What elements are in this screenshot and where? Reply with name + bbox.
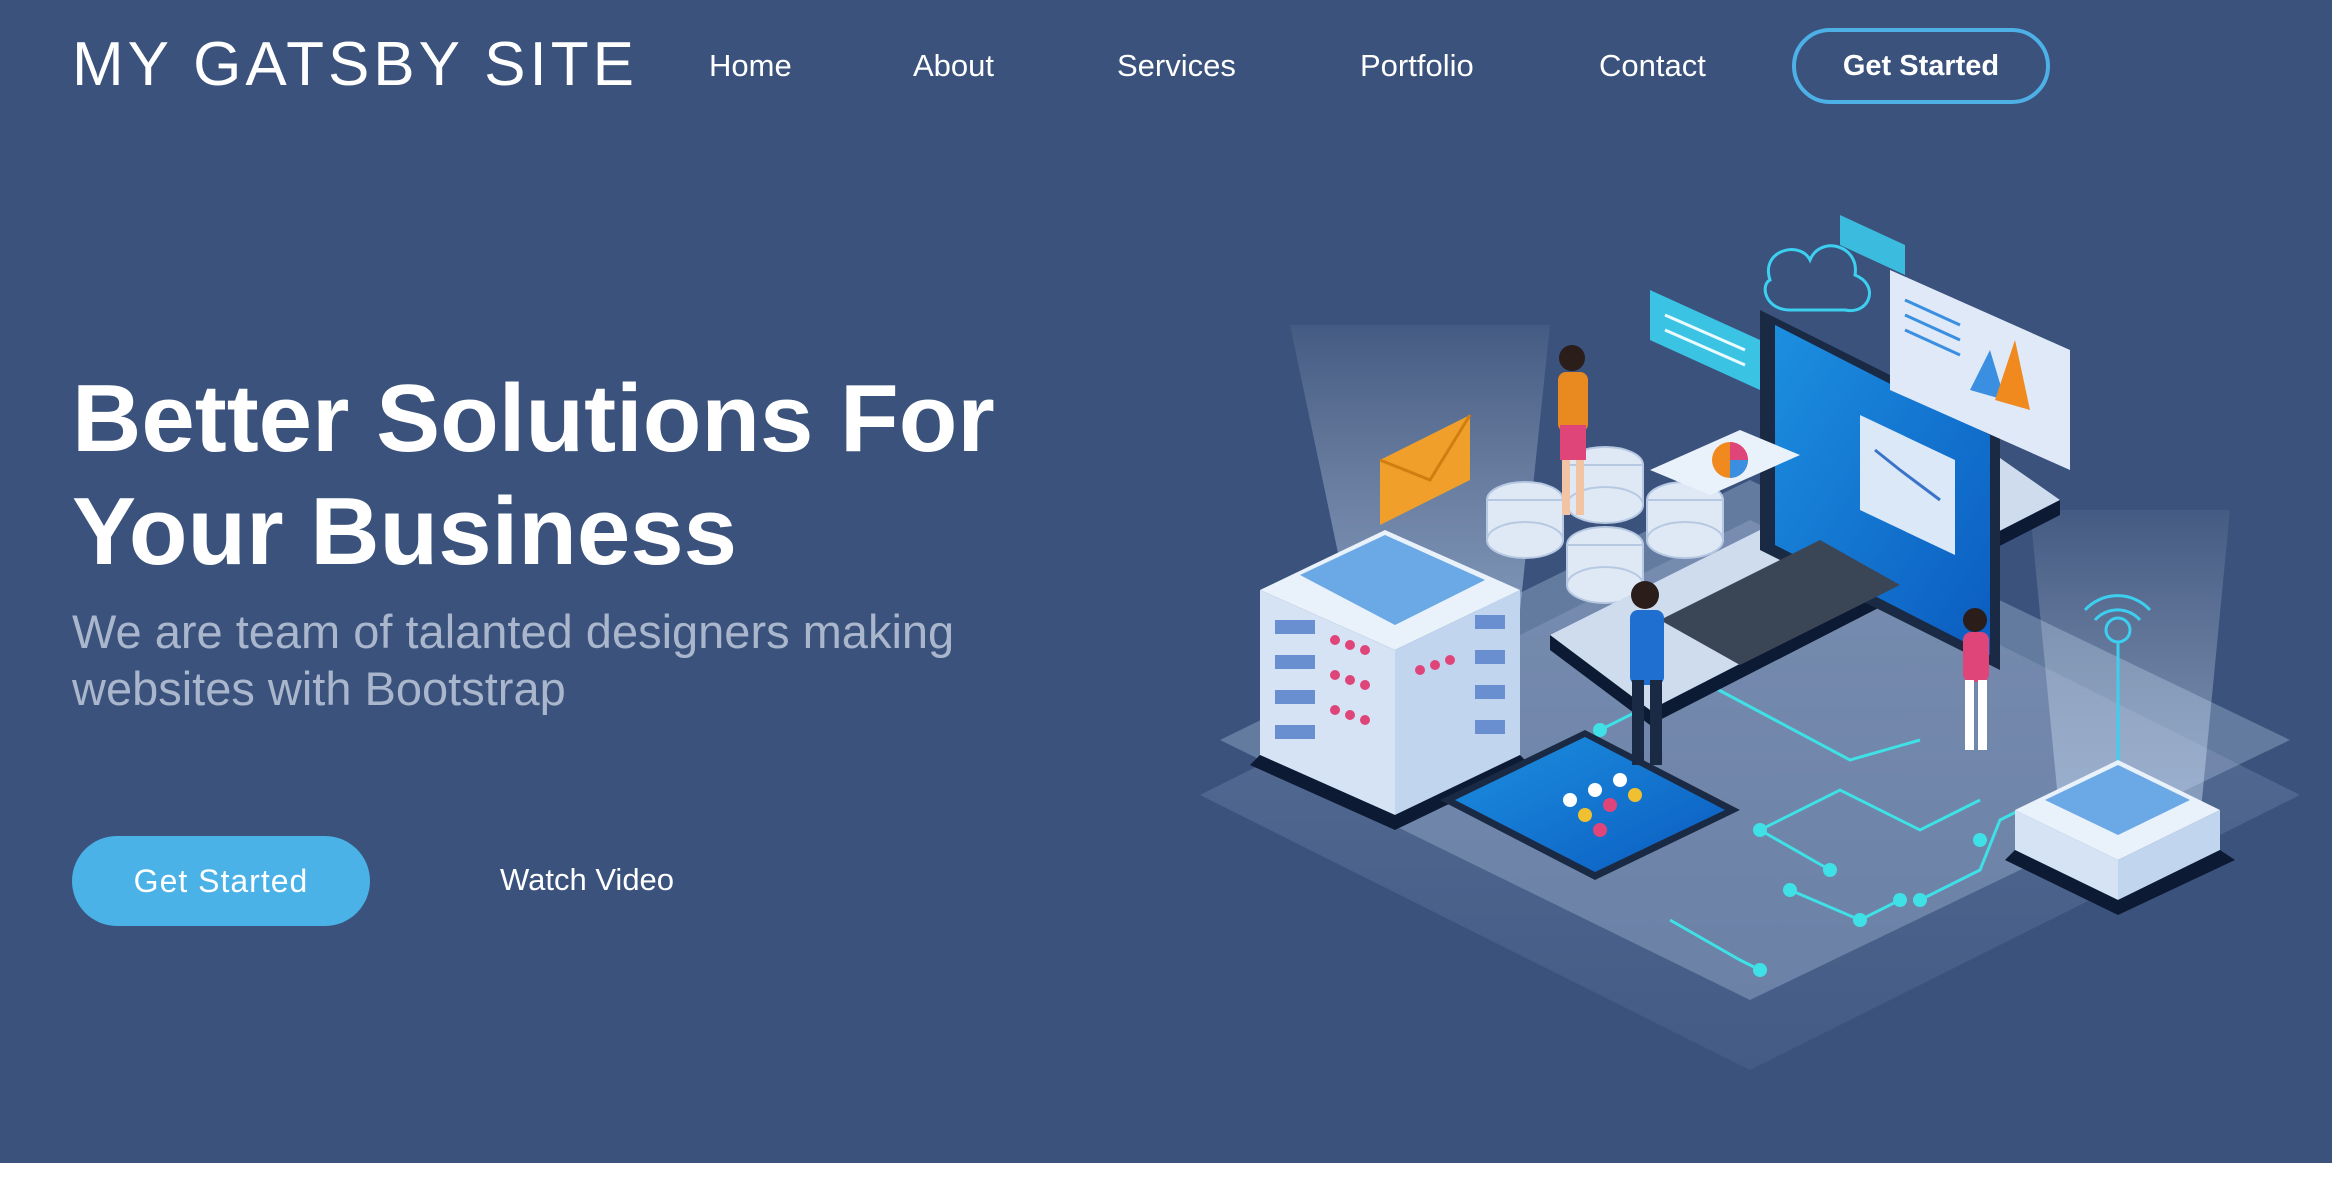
nav-item-services[interactable]: Services	[1117, 44, 1236, 88]
floating-panel-small	[1840, 215, 1905, 275]
get-started-button[interactable]: Get Started	[72, 836, 370, 926]
hero-section: MY GATSBY SITE Home About Services Portf…	[0, 0, 2332, 1163]
nav-get-started-button[interactable]: Get Started	[1792, 28, 2050, 104]
hero-subtitle: We are team of talanted designers making…	[72, 605, 955, 715]
nav-item-home[interactable]: Home	[709, 44, 792, 88]
nav-item-contact[interactable]: Contact	[1599, 44, 1706, 88]
watch-video-link[interactable]: Watch Video	[500, 858, 674, 902]
site-logo[interactable]: MY GATSBY SITE	[72, 30, 638, 100]
isometric-tech-illustration	[1200, 215, 2300, 1070]
nav-item-about[interactable]: About	[913, 44, 994, 88]
cloud-outline-icon	[1763, 244, 1871, 313]
floating-panel-cyan	[1650, 290, 1760, 390]
hero-headline: Better Solutions For Your Business	[72, 365, 995, 585]
nav-item-portfolio[interactable]: Portfolio	[1360, 44, 1474, 88]
